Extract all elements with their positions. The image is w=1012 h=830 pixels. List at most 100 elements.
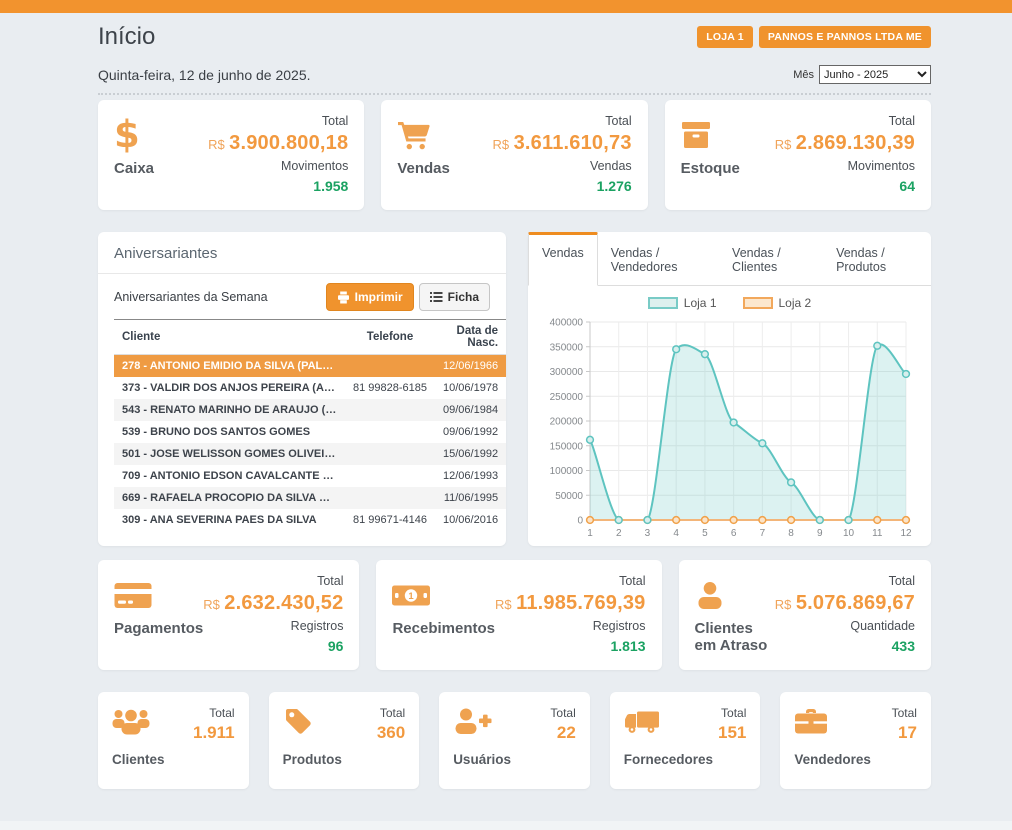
total-label: Total: [775, 113, 915, 130]
total-label: Total: [550, 706, 575, 720]
total-value: 3.900.800,18: [229, 132, 348, 154]
currency-prefix: R$: [203, 597, 220, 612]
table-row[interactable]: 373 - VALDIR DOS ANJOS PEREIRA (AN...81 …: [114, 377, 506, 399]
total-value: 2.869.130,39: [796, 132, 915, 154]
col-nasc: Data de Nasc.: [435, 320, 506, 355]
credit-card-icon: [114, 573, 203, 617]
chart-legend: Loja 1 Loja 2: [528, 296, 931, 310]
svg-text:50000: 50000: [555, 491, 583, 502]
aniversariantes-panel: Aniversariantes Aniversariantes da Seman…: [98, 232, 506, 546]
imprimir-label: Imprimir: [355, 290, 403, 304]
total-label: Total: [721, 706, 746, 720]
total-label: Total: [208, 113, 348, 130]
sub-label: Registros: [203, 618, 343, 635]
month-select[interactable]: Junho - 2025: [819, 65, 931, 84]
sub-label: Quantidade: [775, 618, 915, 635]
table-row[interactable]: 709 - ANTONIO EDSON CAVALCANTE D...12/06…: [114, 465, 506, 487]
svg-text:7: 7: [759, 528, 765, 539]
total-value: 5.076.869,67: [796, 592, 915, 614]
total-label: Total: [495, 573, 645, 590]
svg-text:1: 1: [409, 591, 415, 602]
printer-icon: [337, 291, 350, 304]
card-recebimentos[interactable]: 1 Recebimentos Total R$ 11.985.769,39 Re…: [376, 560, 661, 670]
total-label: Total: [203, 573, 343, 590]
svg-text:300000: 300000: [549, 367, 583, 378]
card-caixa[interactable]: $ Caixa Total R$ 3.900.800,18 Movimentos…: [98, 100, 364, 210]
tab-vendas[interactable]: Vendas: [528, 232, 598, 286]
tab-vendas-clientes[interactable]: Vendas / Clientes: [719, 232, 823, 285]
total-label: Total: [209, 706, 234, 720]
card-vendas[interactable]: Vendas Total R$ 3.611.610,73 Vendas 1.27…: [381, 100, 647, 210]
legend-swatch-loja2: [743, 297, 773, 309]
legend-label-loja2: Loja 2: [779, 296, 812, 310]
vendas-panel: Vendas Vendas / Vendedores Vendas / Clie…: [528, 232, 931, 546]
cart-icon: [397, 113, 450, 157]
card-title: Produtos: [283, 752, 342, 767]
sub-value: 1.958: [208, 176, 348, 196]
sub-label: Movimentos: [208, 158, 348, 175]
svg-text:1: 1: [587, 528, 593, 539]
date-row: Quinta-feira, 12 de junho de 2025. Mês J…: [98, 65, 931, 95]
total-label: Total: [493, 113, 632, 130]
svg-text:150000: 150000: [549, 441, 583, 452]
count-value: 151: [718, 723, 746, 742]
user-icon: [695, 573, 775, 617]
table-row[interactable]: 539 - BRUNO DOS SANTOS GOMES09/06/1992: [114, 421, 506, 443]
tab-vendas-produtos[interactable]: Vendas / Produtos: [823, 232, 931, 285]
card-title: Caixa: [114, 160, 154, 177]
tab-vendas-vendedores[interactable]: Vendas / Vendedores: [598, 232, 719, 285]
footer-strip: [0, 821, 1012, 830]
users-icon: [112, 704, 150, 738]
table-row[interactable]: 309 - ANA SEVERINA PAES DA SILVA81 99671…: [114, 509, 506, 531]
sub-label: Movimentos: [775, 158, 915, 175]
card-usuarios[interactable]: Total 22 Usuários: [439, 692, 590, 789]
card-clientes-atraso[interactable]: Clientes em Atraso Total R$ 5.076.869,67…: [679, 560, 932, 670]
card-title: Fornecedores: [624, 752, 713, 767]
svg-text:250000: 250000: [549, 392, 583, 403]
imprimir-button[interactable]: Imprimir: [326, 283, 414, 311]
top-accent-bar: [0, 0, 1012, 13]
total-label: Total: [380, 706, 405, 720]
ficha-label: Ficha: [448, 290, 479, 304]
svg-text:11: 11: [872, 528, 883, 539]
card-fornecedores[interactable]: Total 151 Fornecedores: [610, 692, 761, 789]
sub-value: 1.276: [493, 176, 632, 196]
table-row[interactable]: 543 - RENATO MARINHO DE ARAUJO (F...09/0…: [114, 399, 506, 421]
ficha-button[interactable]: Ficha: [419, 283, 490, 311]
currency-prefix: R$: [775, 137, 792, 152]
svg-text:100000: 100000: [549, 466, 583, 477]
list-icon: [430, 291, 443, 303]
card-title: Pagamentos: [114, 620, 203, 637]
page-title: Início: [98, 22, 155, 52]
card-pagamentos[interactable]: Pagamentos Total R$ 2.632.430,52 Registr…: [98, 560, 359, 670]
card-vendedores[interactable]: Total 17 Vendedores: [780, 692, 931, 789]
total-value: 11.985.769,39: [516, 592, 645, 614]
total-value: 3.611.610,73: [514, 132, 632, 154]
svg-text:0: 0: [577, 516, 583, 527]
svg-text:12: 12: [900, 528, 912, 539]
count-value: 17: [898, 723, 917, 742]
legend-swatch-loja1: [648, 297, 678, 309]
currency-prefix: R$: [775, 597, 792, 612]
table-row[interactable]: 278 - ANTONIO EMIDIO DA SILVA (PALE...12…: [114, 355, 506, 378]
card-title: Usuários: [453, 752, 511, 767]
card-clientes[interactable]: Total 1.911 Clientes: [98, 692, 249, 789]
card-produtos[interactable]: Total 360 Produtos: [269, 692, 420, 789]
total-label: Total: [775, 573, 915, 590]
birthdays-table: Cliente Telefone Data de Nasc. 278 - ANT…: [114, 319, 506, 531]
card-title: Vendas: [397, 160, 450, 177]
currency-prefix: R$: [493, 137, 510, 152]
currency-prefix: R$: [495, 597, 512, 612]
svg-text:8: 8: [788, 528, 794, 539]
panel-title: Aniversariantes: [98, 232, 506, 274]
svg-text:4: 4: [673, 528, 679, 539]
card-estoque[interactable]: Estoque Total R$ 2.869.130,39 Movimentos…: [665, 100, 931, 210]
svg-text:3: 3: [644, 528, 650, 539]
current-date: Quinta-feira, 12 de junho de 2025.: [98, 67, 311, 83]
table-row[interactable]: 501 - JOSE WELISSON GOMES OLIVEIR...15/0…: [114, 443, 506, 465]
tag-icon: [283, 704, 313, 738]
card-title: Recebimentos: [392, 620, 495, 637]
sub-label: Registros: [495, 618, 645, 635]
table-row[interactable]: 669 - RAFAELA PROCOPIO DA SILVA CA...11/…: [114, 487, 506, 509]
store-badge: LOJA 1: [697, 26, 753, 48]
